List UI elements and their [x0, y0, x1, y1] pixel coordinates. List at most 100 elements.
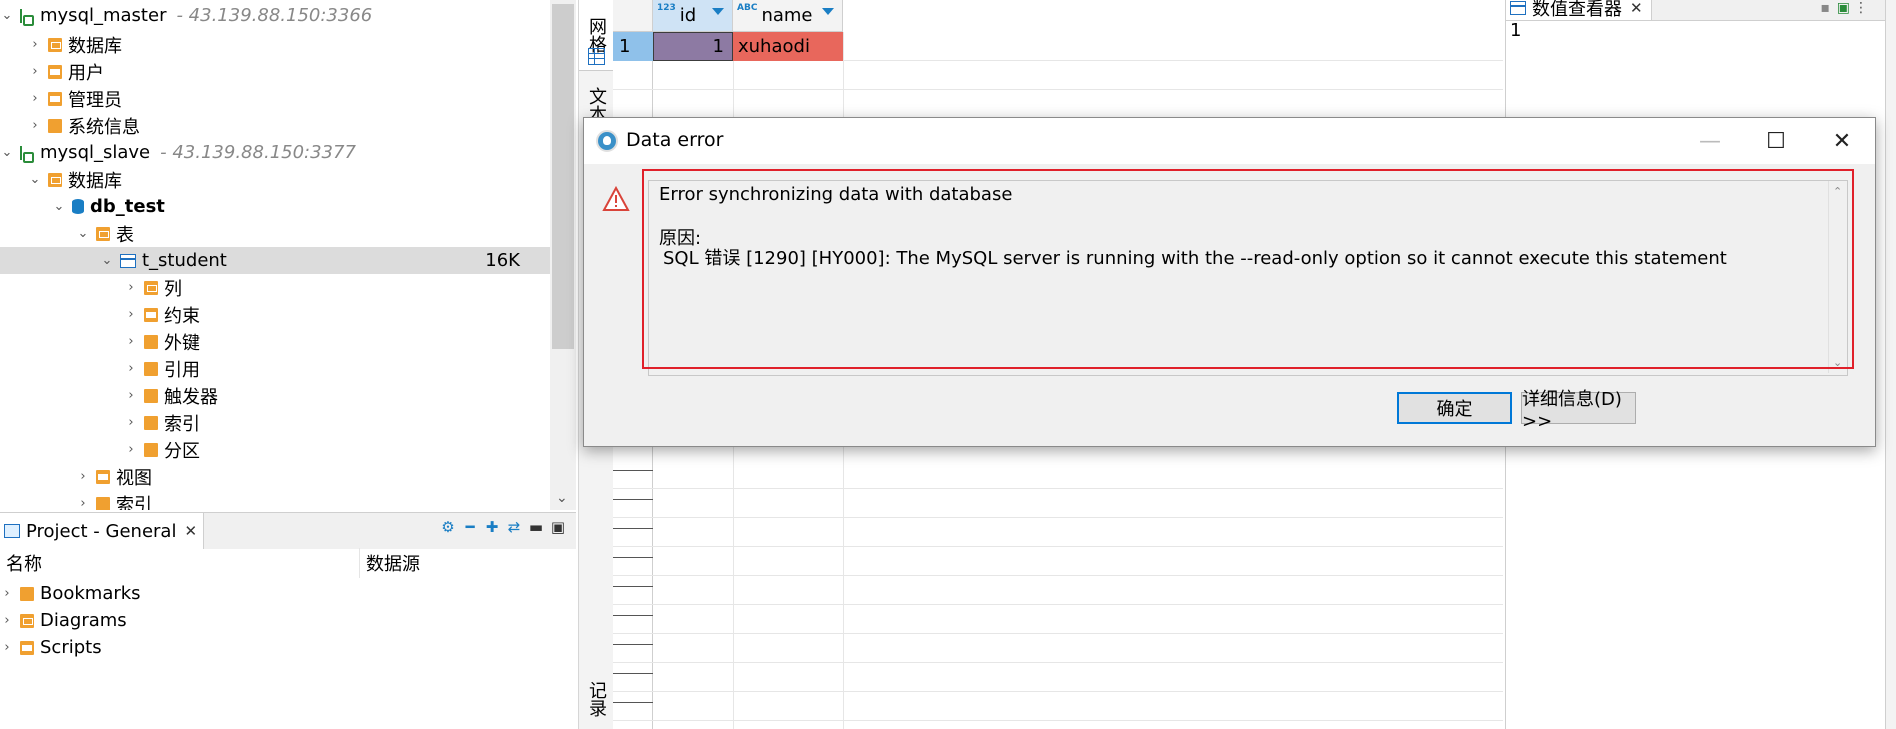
project-item-label: Diagrams — [40, 610, 127, 631]
tree-label: 列 — [164, 278, 182, 300]
project-item-scripts[interactable]: › Scripts — [0, 634, 101, 661]
chevron-right-icon[interactable]: › — [0, 634, 14, 661]
chevron-right-icon[interactable]: › — [124, 328, 138, 355]
tree-node-mysql-master[interactable]: ⌄ mysql_master - 43.139.88.150:3366 — [0, 2, 373, 29]
tab-record[interactable]: 记录 — [579, 668, 613, 729]
gear-icon[interactable]: ⚙ — [440, 519, 456, 535]
project-toolbar: ⚙ ━ ✚ ⇄ ▬ ▣ — [440, 519, 566, 535]
chevron-right-icon[interactable]: › — [124, 382, 138, 409]
chevron-right-icon[interactable]: › — [28, 58, 42, 85]
tree-label: 引用 — [164, 359, 200, 381]
connection-address: - 43.139.88.150:3366 — [176, 5, 373, 26]
scroll-down-icon[interactable]: ⌄ — [556, 490, 568, 506]
minimize-button[interactable]: — — [1677, 118, 1743, 164]
dialog-titlebar: Data error — ☐ ✕ — [584, 118, 1875, 164]
chevron-right-icon[interactable]: › — [124, 274, 138, 301]
cell-name[interactable]: xuhaodi — [733, 32, 843, 61]
chevron-right-icon[interactable]: › — [0, 580, 14, 607]
chevron-right-icon[interactable]: › — [124, 436, 138, 463]
folder-icon — [144, 307, 158, 322]
connection-icon — [20, 145, 34, 163]
tree-label: 触发器 — [164, 386, 218, 408]
folder-icon — [144, 361, 158, 376]
close-icon[interactable]: ✕ — [1630, 0, 1643, 17]
close-icon[interactable]: ✕ — [184, 522, 197, 540]
link-icon[interactable]: ⇄ — [506, 519, 522, 535]
tab-value-viewer[interactable]: 数值查看器 ✕ — [1506, 0, 1652, 20]
tree-label: 索引 — [116, 494, 152, 511]
project-item-diagrams[interactable]: › Diagrams — [0, 607, 127, 634]
row-number[interactable]: 1 — [613, 32, 653, 61]
chevron-down-icon[interactable]: ⌄ — [0, 139, 14, 166]
save-icon[interactable]: ▪ — [1821, 0, 1831, 16]
tree-node-master-users[interactable]: › 用户 — [28, 58, 104, 85]
chevron-right-icon[interactable]: › — [28, 112, 42, 139]
tree-node-constraints[interactable]: › 约束 — [124, 301, 200, 328]
tree-label: 数据库 — [68, 35, 122, 57]
tree-label: 系统信息 — [68, 116, 140, 138]
minimize-icon[interactable]: ▬ — [528, 519, 544, 535]
project-item-bookmarks[interactable]: › Bookmarks — [0, 580, 140, 607]
menu-icon[interactable]: ⋮ — [1854, 0, 1868, 16]
tree-node-indexes-folder[interactable]: › 索引 — [76, 490, 152, 510]
chevron-down-icon[interactable]: ⌄ — [28, 166, 42, 193]
tree-node-tables[interactable]: ⌄ 表 — [76, 220, 134, 247]
details-button[interactable]: 详细信息(D) >> — [1521, 389, 1636, 432]
chevron-down-icon[interactable]: ⌄ — [0, 2, 14, 29]
panels-icon[interactable]: ▣ — [1837, 0, 1850, 16]
column-header-name[interactable]: ABC name — [733, 0, 843, 32]
tab-project-general[interactable]: Project - General ✕ — [0, 513, 205, 549]
chevron-down-icon[interactable]: ⌄ — [76, 220, 90, 247]
tree-label: 表 — [116, 224, 134, 246]
chevron-right-icon[interactable]: › — [124, 301, 138, 328]
expand-icon[interactable]: ✚ — [484, 519, 500, 535]
chevron-down-icon[interactable]: ⌄ — [100, 247, 114, 274]
sort-arrow-icon[interactable] — [822, 8, 834, 15]
tree-node-foreign-keys[interactable]: › 外键 — [124, 328, 200, 355]
chevron-right-icon[interactable]: › — [28, 31, 42, 58]
tree-node-master-admins[interactable]: › 管理员 — [28, 85, 122, 112]
bookmarks-folder-icon — [20, 586, 34, 601]
tree-node-columns[interactable]: › 列 — [124, 274, 182, 301]
column-header-name[interactable]: 名称 — [0, 548, 360, 578]
tree-node-triggers[interactable]: › 触发器 — [124, 382, 218, 409]
tables-folder-icon — [96, 226, 110, 241]
chevron-right-icon[interactable]: › — [124, 409, 138, 436]
scrollbar-thumb[interactable] — [552, 4, 574, 349]
chevron-down-icon[interactable]: ⌄ — [52, 193, 66, 220]
collapse-icon[interactable]: ━ — [462, 519, 478, 535]
connection-name: mysql_slave — [40, 142, 151, 163]
sort-arrow-icon[interactable] — [712, 8, 724, 15]
navigator-scrollbar[interactable]: ⌄ — [550, 0, 576, 510]
chevron-right-icon[interactable]: › — [76, 463, 90, 490]
maximize-icon[interactable]: ▣ — [550, 519, 566, 535]
column-header-id[interactable]: 123 id — [653, 0, 733, 32]
tree-node-db-test[interactable]: ⌄ db_test — [52, 193, 165, 220]
tree-node-views[interactable]: › 视图 — [76, 463, 152, 490]
chevron-right-icon[interactable]: › — [28, 85, 42, 112]
tree-node-partitions[interactable]: › 分区 — [124, 436, 200, 463]
maximize-button[interactable]: ☐ — [1743, 118, 1809, 164]
column-name: name — [761, 5, 813, 26]
folder-icon — [48, 118, 62, 133]
tree-node-master-databases[interactable]: › 数据库 — [28, 31, 122, 58]
cell-id[interactable]: 1 — [653, 32, 733, 61]
diagrams-folder-icon — [20, 613, 34, 628]
chevron-right-icon[interactable]: › — [124, 355, 138, 382]
admin-folder-icon — [48, 91, 62, 106]
tree-node-references[interactable]: › 引用 — [124, 355, 200, 382]
tree-node-indexes[interactable]: › 索引 — [124, 409, 200, 436]
value-viewer-content[interactable]: 1 — [1510, 20, 1521, 41]
ok-button[interactable]: 确定 — [1397, 392, 1512, 424]
column-header-datasource[interactable]: 数据源 — [360, 550, 420, 576]
tree-node-mysql-slave[interactable]: ⌄ mysql_slave - 43.139.88.150:3377 — [0, 139, 356, 166]
tree-node-slave-databases[interactable]: ⌄ 数据库 — [28, 166, 122, 193]
close-button[interactable]: ✕ — [1809, 118, 1875, 164]
tree-node-master-sysinfo[interactable]: › 系统信息 — [28, 112, 140, 139]
chevron-right-icon[interactable]: › — [76, 490, 90, 510]
tree-node-t-student[interactable]: ⌄ t_student 16K — [0, 247, 550, 274]
warning-icon — [602, 186, 630, 211]
table-row[interactable]: 1 1 xuhaodi — [613, 32, 1503, 61]
folder-icon — [48, 37, 62, 52]
chevron-right-icon[interactable]: › — [0, 607, 14, 634]
